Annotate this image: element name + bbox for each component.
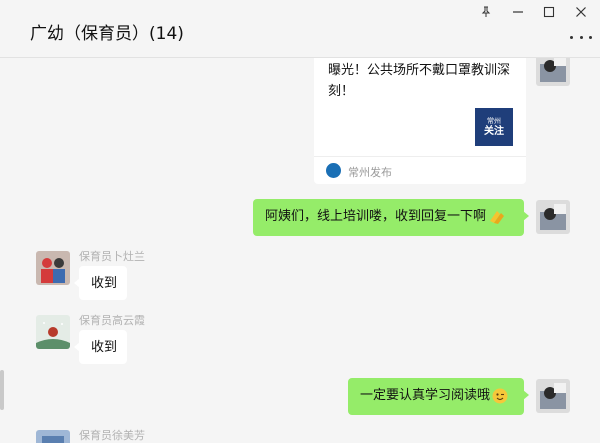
article-title: 曝光！公共场所不戴口罩教训深刻！ — [328, 63, 511, 99]
card-divider — [314, 156, 526, 157]
message-text: 一定要认真学习阅读哦 — [360, 388, 491, 403]
source-logo-icon — [326, 163, 341, 178]
chat-title: 广幼（保育员）(14) — [30, 24, 184, 44]
avatar[interactable] — [536, 200, 570, 234]
article-thumbnail: 常州 关注 — [475, 108, 513, 146]
chat-window: 广幼（保育员）(14) 曝光！公共场所不戴口罩教训深刻！ 常州 关注 常州发布 — [0, 0, 600, 443]
sender-name: 保育员徐美芳 — [79, 429, 145, 442]
message-bubble[interactable]: 一定要认真学习阅读哦 — [348, 378, 529, 415]
minimize-icon[interactable] — [503, 2, 533, 22]
message-bubble[interactable]: 阿姨们，线上培训喽，收到回复一下啊 — [253, 199, 529, 236]
chat-header: 广幼（保育员）(14) — [0, 0, 600, 58]
message-text: 收到 — [91, 340, 118, 355]
avatar[interactable] — [36, 430, 70, 443]
article-card[interactable]: 曝光！公共场所不戴口罩教训深刻！ 常州 关注 常州发布 — [314, 58, 526, 184]
article-source: 常州发布 — [348, 166, 392, 179]
message-text: 阿姨们，线上培训喽，收到回复一下啊 — [265, 209, 487, 224]
avatar[interactable] — [36, 315, 70, 349]
pin-icon[interactable] — [471, 2, 501, 22]
avatar[interactable] — [536, 58, 570, 86]
avatar[interactable] — [36, 251, 70, 285]
clap-emoji-icon — [490, 210, 505, 224]
message-bubble[interactable]: 收到 — [74, 266, 127, 300]
sender-name: 保育员高云霞 — [79, 314, 145, 327]
message-list: 曝光！公共场所不戴口罩教训深刻！ 常州 关注 常州发布 阿姨们，线上培训喽，收到… — [0, 58, 600, 443]
message-bubble[interactable]: 收到 — [74, 330, 127, 364]
avatar[interactable] — [536, 379, 570, 413]
wink-emoji-icon — [492, 388, 508, 403]
message-text: 收到 — [91, 276, 118, 291]
more-icon[interactable] — [570, 30, 592, 44]
scrollbar[interactable] — [0, 370, 4, 410]
sender-name: 保育员卜灶兰 — [79, 250, 145, 263]
close-icon[interactable] — [566, 2, 596, 22]
maximize-icon[interactable] — [534, 2, 564, 22]
